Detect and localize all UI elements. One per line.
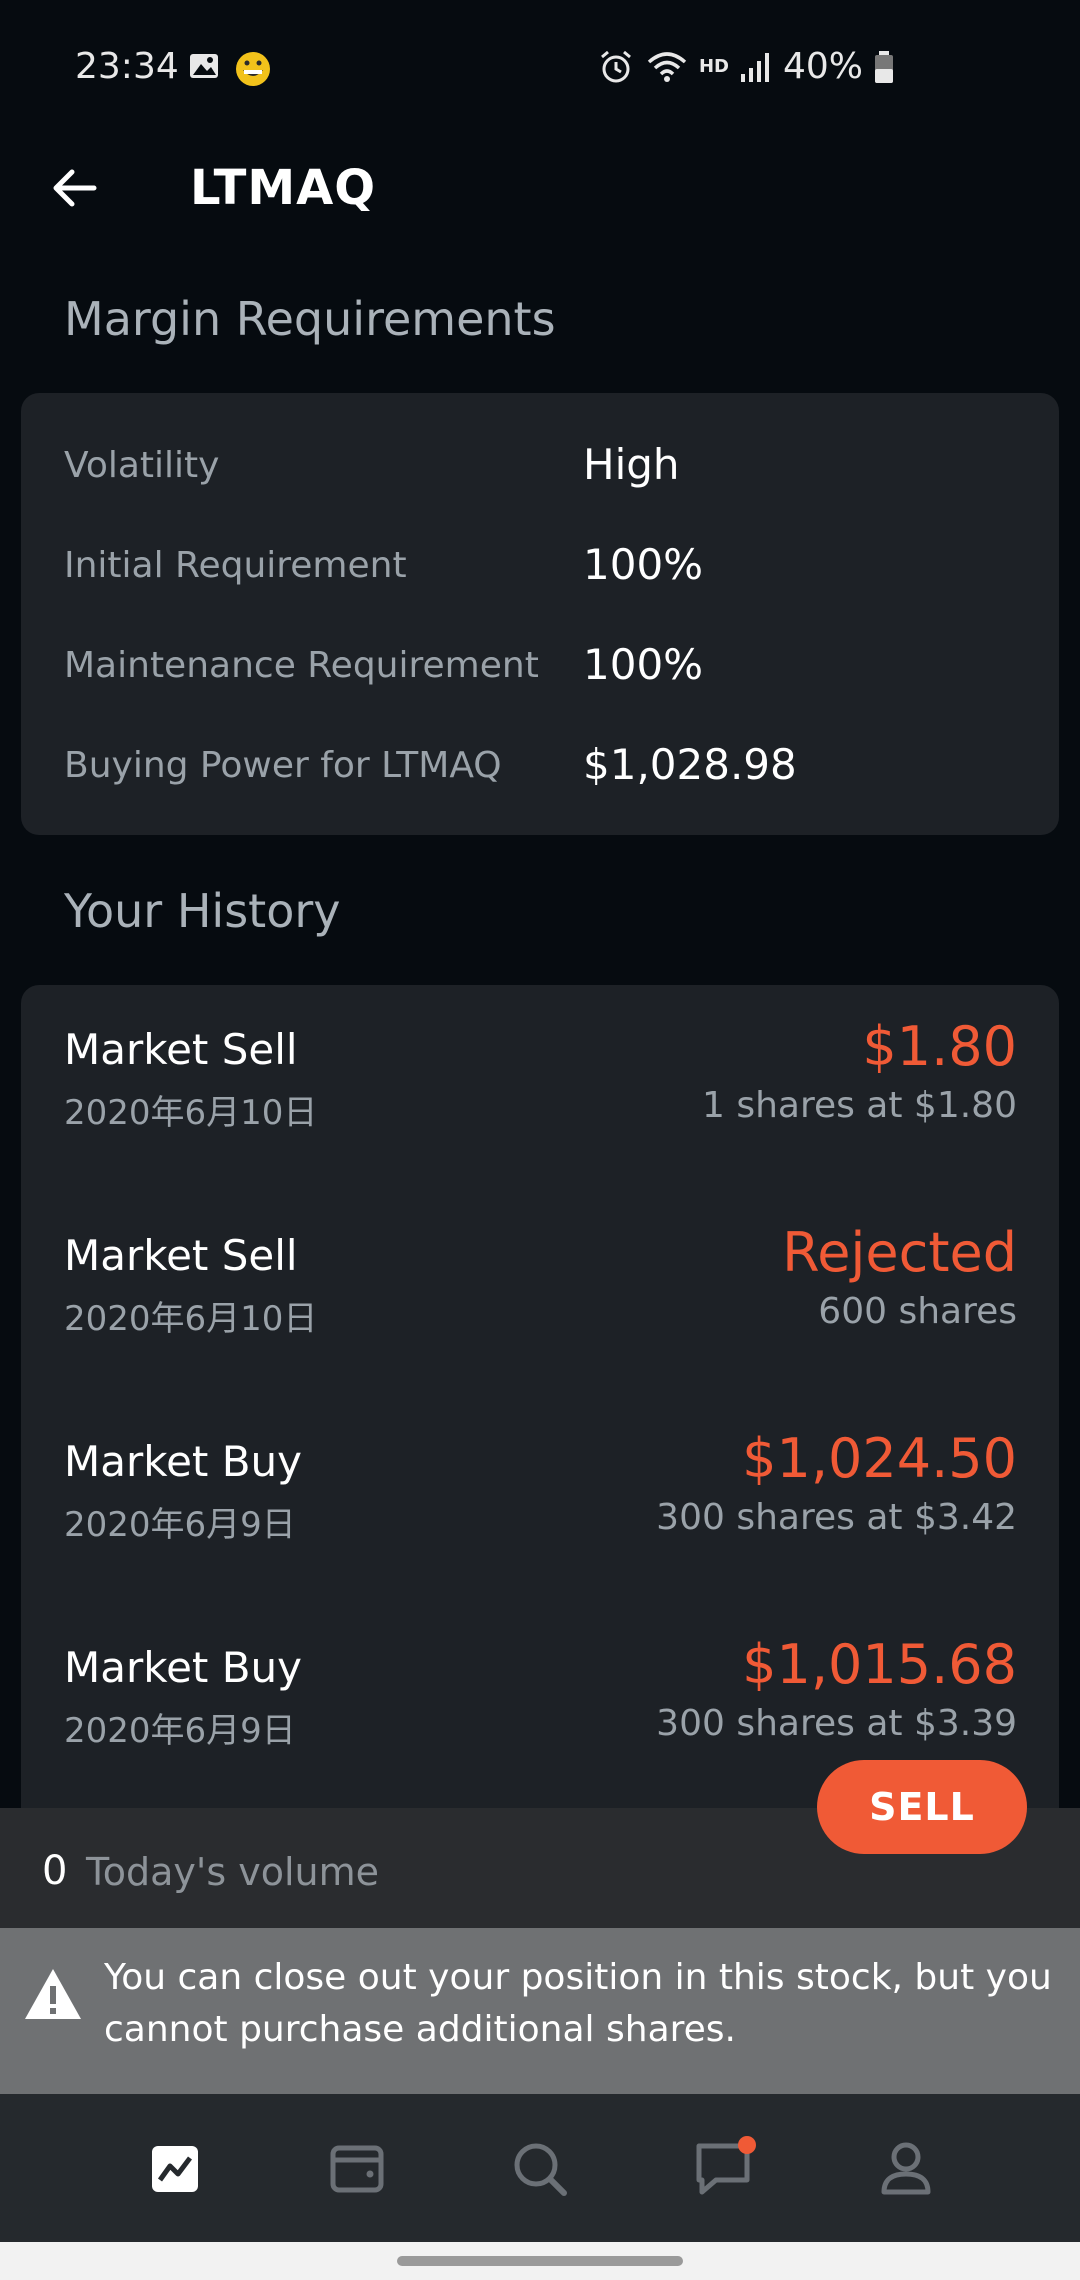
app-header: LTMAQ (0, 140, 1080, 260)
history-detail: 300 shares at $3.39 (656, 1703, 1017, 1744)
status-time: 23:34 (75, 46, 179, 87)
back-arrow-icon[interactable] (46, 160, 102, 216)
initial-requirement-label: Initial Requirement (64, 545, 407, 586)
bottom-navigation (0, 2094, 1080, 2242)
messages-badge (738, 2136, 756, 2154)
history-type: Market Buy (64, 1437, 303, 1486)
history-amount: $1,024.50 (742, 1427, 1017, 1490)
volatility-value: High (583, 440, 680, 489)
emoji-app-icon (236, 52, 270, 86)
page-title: LTMAQ (190, 160, 377, 216)
buying-power-value: $1,028.98 (583, 740, 797, 789)
maintenance-requirement-value: 100% (583, 640, 704, 689)
status-bar: 23:34 HD 40% (0, 0, 1080, 140)
history-date: 2020年6月10日 (64, 1093, 318, 1133)
history-amount: Rejected (782, 1221, 1017, 1284)
sell-button[interactable]: SELL (817, 1760, 1027, 1854)
history-type: Market Buy (64, 1643, 303, 1692)
search-icon[interactable] (507, 2136, 573, 2202)
history-item[interactable]: Market Sell 2020年6月10日 Rejected 600 shar… (21, 1191, 1059, 1391)
margin-section-title: Margin Requirements (64, 292, 556, 346)
history-item[interactable]: Market Sell 2020年6月10日 $1.80 1 shares at… (21, 985, 1059, 1185)
gesture-bar (0, 2242, 1080, 2280)
volatility-label: Volatility (64, 445, 220, 486)
signal-icon (740, 52, 769, 82)
volume-label: Today's volume (86, 1850, 379, 1894)
battery-icon (875, 50, 893, 83)
history-card: Market Sell 2020年6月10日 $1.80 1 shares at… (21, 985, 1059, 1808)
history-amount: $1,015.68 (742, 1633, 1017, 1696)
volume-value: 0 (42, 1848, 68, 1894)
margin-card: Volatility High Initial Requirement 100%… (21, 393, 1059, 835)
history-date: 2020年6月9日 (64, 1711, 296, 1751)
history-amount: $1.80 (862, 1015, 1017, 1078)
wifi-icon (647, 51, 687, 82)
initial-requirement-value: 100% (583, 540, 704, 589)
history-type: Market Sell (64, 1231, 298, 1280)
wallet-icon[interactable] (324, 2136, 390, 2202)
home-gesture-handle[interactable] (397, 2256, 683, 2266)
chart-icon[interactable] (142, 2136, 208, 2202)
warning-icon (25, 1969, 81, 2019)
history-detail: 300 shares at $3.42 (656, 1497, 1017, 1538)
history-section-title: Your History (64, 884, 341, 938)
gallery-icon (190, 54, 218, 78)
history-detail: 600 shares (818, 1291, 1017, 1332)
notice-text: You can close out your position in this … (104, 1957, 1052, 2050)
buying-power-label: Buying Power for LTMAQ (64, 745, 502, 786)
maintenance-requirement-label: Maintenance Requirement (64, 645, 539, 686)
alarm-icon (601, 50, 631, 82)
history-date: 2020年6月9日 (64, 1505, 296, 1545)
history-type: Market Sell (64, 1025, 298, 1074)
history-item[interactable]: Market Buy 2020年6月9日 $1,024.50 300 share… (21, 1397, 1059, 1597)
battery-percent: 40% (782, 46, 863, 87)
network-type: HD (698, 56, 729, 77)
history-date: 2020年6月10日 (64, 1299, 318, 1339)
position-notice: You can close out your position in this … (0, 1928, 1080, 2094)
profile-icon[interactable] (873, 2136, 939, 2202)
history-detail: 1 shares at $1.80 (701, 1085, 1017, 1126)
status-right-group: HD 40% (597, 46, 895, 87)
